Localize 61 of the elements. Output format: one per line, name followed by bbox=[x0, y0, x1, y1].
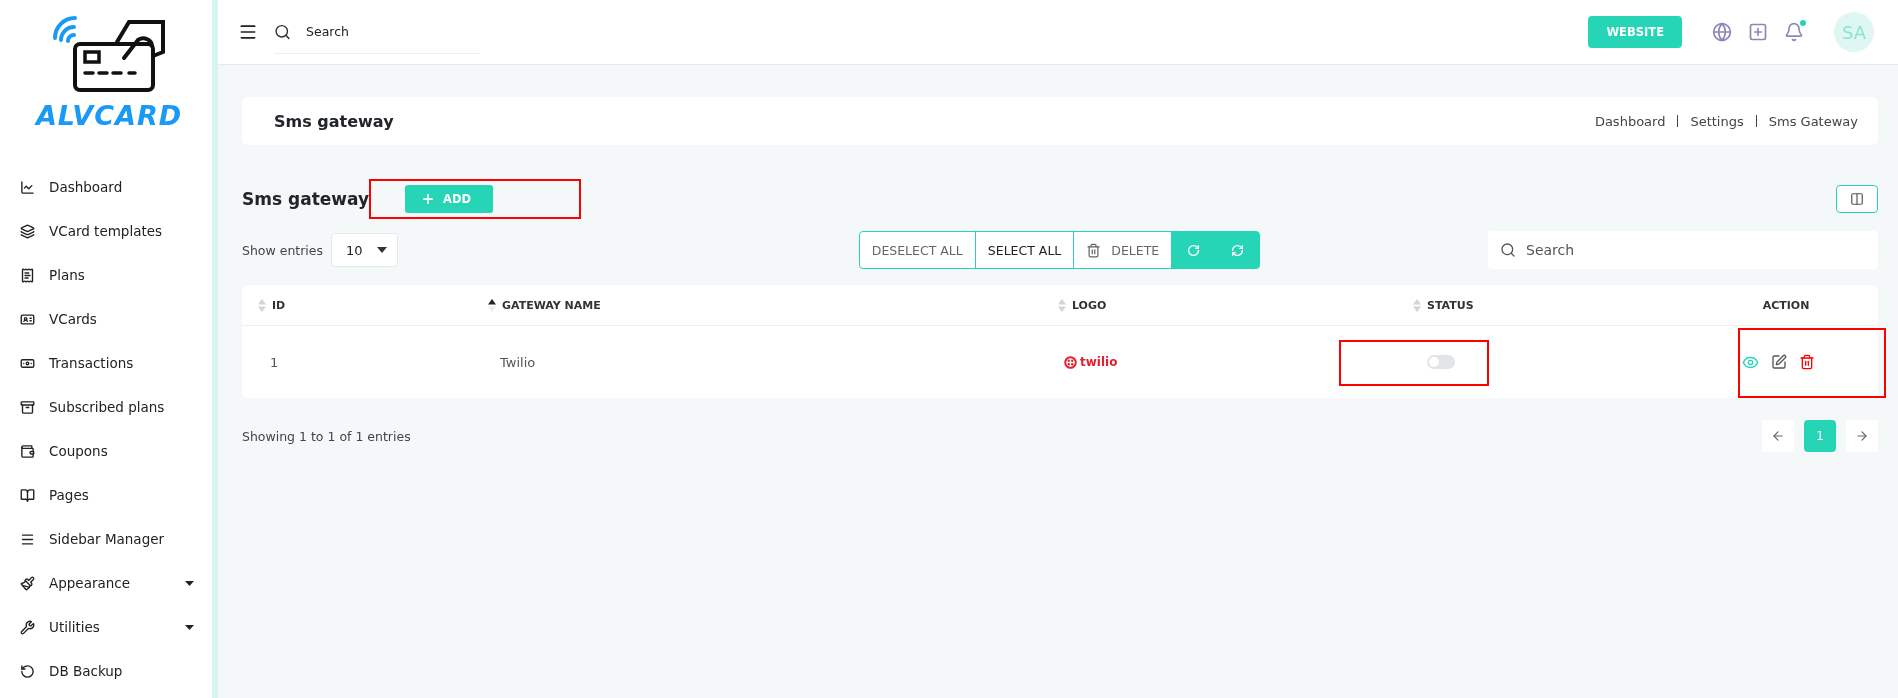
menu-item-icon bbox=[20, 443, 35, 459]
breadcrumb-link[interactable]: Dashboard bbox=[1594, 113, 1666, 129]
page-title: Sms gateway bbox=[274, 111, 394, 131]
gateway-logo: twilio bbox=[1064, 355, 1118, 369]
bulk-action-button[interactable]: DESELECT ALL bbox=[858, 231, 976, 269]
menu-item-icon bbox=[20, 531, 35, 547]
sidebar-item[interactable]: Subscribed plans bbox=[0, 385, 212, 429]
menu-item-icon bbox=[20, 311, 35, 327]
notification-bell-icon[interactable] bbox=[1784, 22, 1804, 42]
menu-item-icon bbox=[20, 663, 35, 679]
column-header[interactable]: GATEWAY NAME bbox=[472, 285, 1042, 326]
bulk-action-button[interactable]: SELECT ALL bbox=[974, 231, 1075, 269]
sidebar-item[interactable]: Utilities bbox=[0, 605, 212, 649]
sidebar-item[interactable]: Dashboard bbox=[0, 165, 212, 209]
refresh-icon bbox=[1231, 243, 1245, 257]
status-toggle[interactable] bbox=[1427, 355, 1455, 369]
show-entries-label: Show entries bbox=[242, 242, 324, 258]
previous-page-button[interactable] bbox=[1762, 420, 1794, 452]
sidebar-item[interactable]: Transactions bbox=[0, 341, 212, 385]
section-title: Sms gateway bbox=[242, 189, 370, 209]
brand-name: ALVCARD bbox=[35, 100, 183, 131]
table-cell-text: Twilio bbox=[499, 353, 537, 372]
table-cell-text: 1 bbox=[269, 353, 280, 372]
trash-icon bbox=[1086, 242, 1102, 258]
column-header[interactable]: ACTION bbox=[1678, 285, 1878, 326]
plus-icon bbox=[421, 192, 436, 206]
breadcrumb-link[interactable]: Sms Gateway bbox=[1768, 113, 1858, 129]
next-page-button[interactable] bbox=[1846, 420, 1878, 452]
sidebar-item[interactable]: Appearance bbox=[0, 561, 212, 605]
add-square-icon[interactable] bbox=[1748, 22, 1768, 42]
column-header[interactable]: LOGO bbox=[1042, 285, 1397, 326]
sidebar-item[interactable]: VCard templates bbox=[0, 209, 212, 253]
menu-button[interactable] bbox=[238, 22, 258, 42]
refresh-button[interactable] bbox=[1215, 231, 1261, 269]
breadcrumb-link[interactable]: Settings bbox=[1690, 113, 1744, 129]
sidebar-item[interactable]: Plans bbox=[0, 253, 212, 297]
menu-item-icon bbox=[20, 487, 35, 503]
column-toggle-button[interactable] bbox=[1836, 185, 1878, 213]
search-icon bbox=[1500, 242, 1516, 258]
column-header[interactable]: ID bbox=[242, 285, 472, 326]
menu-item-icon bbox=[20, 575, 35, 591]
menu-item-icon bbox=[20, 179, 35, 195]
caret-icon bbox=[376, 247, 387, 253]
entries-select[interactable]: 10 bbox=[331, 233, 398, 267]
bulk-action-button[interactable]: DELETE bbox=[1073, 231, 1173, 269]
sidebar-item[interactable]: Sidebar Manager bbox=[0, 517, 212, 561]
sidebar-item[interactable]: DB Backup bbox=[0, 649, 212, 693]
column-header[interactable]: STATUS bbox=[1397, 285, 1678, 326]
search-icon bbox=[274, 23, 291, 41]
sidebar-item[interactable]: Coupons bbox=[0, 429, 212, 473]
rotate-icon bbox=[1187, 243, 1201, 257]
sidebar-item[interactable]: VCards bbox=[0, 297, 212, 341]
sidebar-item[interactable]: Pages bbox=[0, 473, 212, 517]
entries-summary: Showing 1 to 1 of 1 entries bbox=[242, 428, 411, 444]
columns-icon bbox=[1850, 192, 1864, 206]
menu-item-icon bbox=[20, 399, 35, 415]
menu-item-icon bbox=[20, 619, 35, 635]
globe-icon[interactable] bbox=[1712, 22, 1732, 42]
table-search-field[interactable]: Search bbox=[1488, 231, 1878, 269]
menu-item-icon bbox=[20, 267, 35, 283]
menu-item-icon bbox=[20, 223, 35, 239]
